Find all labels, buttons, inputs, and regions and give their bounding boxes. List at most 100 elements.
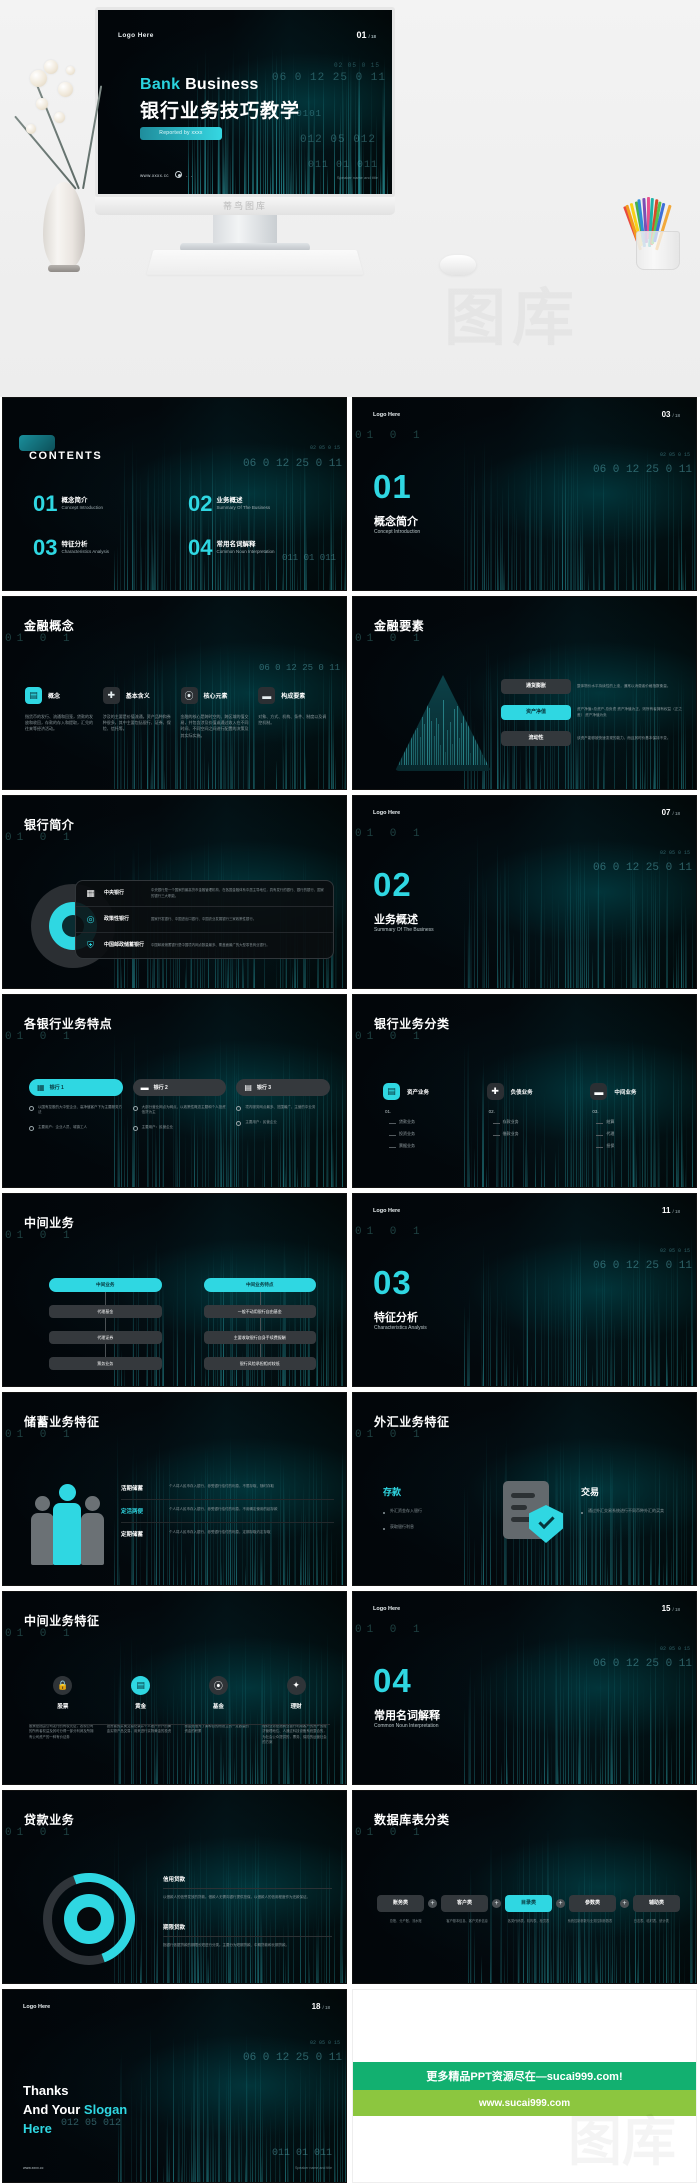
slide-page-number: 11/ 18 bbox=[662, 1206, 680, 1215]
contents-chip bbox=[19, 435, 55, 451]
tree-head: 中间业务 bbox=[49, 1278, 162, 1292]
people-group-icon bbox=[31, 1484, 109, 1565]
slide-section-03[interactable]: Logo Here 11/ 18 01 0 1 02 05 0 15 06 0 … bbox=[352, 1193, 697, 1387]
bank-list-item[interactable]: ▦ 中央银行 中央银行是一个国家的最高货币金融管理机构，在各国金融体系中居主导地… bbox=[76, 881, 333, 907]
savings-row[interactable]: 活期储蓄 个人将人民币存入银行，参受银行给付的利息，不限存取、随时存取 bbox=[121, 1477, 334, 1500]
bank-feature-column[interactable]: ▬ 银行 2 大部分营业网点为网点、以政策性概念主题和个人投资信贷为主 主要用户：… bbox=[132, 1079, 227, 1131]
promo-line-1[interactable]: 更多精品PPT资源尽在—sucai999.com! bbox=[353, 2062, 696, 2090]
feature-column[interactable]: ⦿ 基金 基金是指为了某种目的而设立的一定数量的资金的积累 bbox=[185, 1676, 253, 1745]
hero-url: www.xxxx.cc bbox=[140, 173, 169, 178]
loan-donut-chart bbox=[27, 1857, 151, 1981]
promo-banner[interactable]: 更多精品PPT资源尽在—sucai999.com! www.sucai999.c… bbox=[352, 1989, 697, 2183]
tile-label: 核心元素 bbox=[203, 694, 228, 700]
concept-tile[interactable]: ✚ 基本含义 涉及的主要是价值流通。资产品种和券种很多，其中主要包括银行、证券、保… bbox=[102, 687, 173, 739]
element-row[interactable]: 资产净值 资产净值=总资产-总负债 资产净值为正，则所有者拥有权益（正之差） 资… bbox=[501, 705, 688, 720]
image-icon: ▤ bbox=[383, 1083, 400, 1100]
database-sub: 各类代码表、机构表、柜员表 bbox=[507, 1919, 550, 1923]
loan-block[interactable]: 期限贷款 指银行依据贷款的期限长短进行分类。主要分为短期贷款、中期贷款和长期贷款… bbox=[163, 1923, 332, 1948]
slide-forex-features[interactable]: 外汇业务特征 01 0 1 存款 外汇资金存入银行 获取银行利息 交易 通过外汇… bbox=[352, 1392, 697, 1586]
database-pill[interactable]: 客户类 bbox=[441, 1895, 488, 1912]
slide-contents[interactable]: CONTENTS 02 05 0 15 06 0 12 25 0 11 011 … bbox=[2, 397, 347, 591]
hero-page-total: / 18 bbox=[368, 34, 376, 39]
database-pill[interactable]: 辅助类 bbox=[633, 1895, 680, 1912]
category-column[interactable]: ✚ 负债业务 02. 存款业务 借款业务 bbox=[486, 1083, 577, 1155]
concept-tile[interactable]: ▬ 构成要素 对象、方式、机构、条件、制度以及调控机制。 bbox=[258, 687, 328, 739]
tree-column[interactable]: 中间业务特点 一般不动用银行自由基金 主要收取银行自身手续费报酬 银行风险承担相… bbox=[203, 1278, 316, 1370]
slide-bank-intro[interactable]: 银行简介 01 0 1 ▦ 中央银行 中央银行是一个国家的最高货币金融管理机构，… bbox=[2, 795, 347, 989]
bank-feature-column[interactable]: ▤ 银行 3 境内服务网点最多、范围最广、主营的中业务 主要用户：民营企业 bbox=[236, 1079, 331, 1131]
toc-number: 01 bbox=[33, 491, 58, 516]
slide-thanks[interactable]: Logo Here 18/ 18 02 05 0 15 06 0 12 25 0… bbox=[2, 1989, 347, 2183]
tree-column[interactable]: 中间业务 代理基金 代理证券 票务业务 bbox=[49, 1278, 162, 1370]
slide-intermediate-business[interactable]: 中间业务 01 0 1 中间业务 代理基金 代理证券 票务业务 中间业务特点 一… bbox=[2, 1193, 347, 1387]
loan-block[interactable]: 信用贷款 以借款人的信誉发放的贷款。借款人无需向银行提供担保，以借款人的信用程度… bbox=[163, 1875, 332, 1900]
bank-list-item[interactable]: ◎ 政策性银行 国家开发银行、中国进出口银行、中国农业发展银行三家政策性银行。 bbox=[76, 907, 333, 933]
category-column[interactable]: ▤ 资产业务 01. 贷款业务 投资业务 票据业务 bbox=[383, 1083, 473, 1155]
bank-list-item[interactable]: ⛨ 中国邮政储蓄银行 中国邮政储蓄银行是中国境内网点数量最多、覆盖面最广的大型零… bbox=[76, 933, 333, 958]
slide-title: 金融要素 bbox=[374, 619, 425, 633]
digits-row-1: 02 05 0 15 bbox=[659, 1248, 690, 1254]
element-row[interactable]: 流动性 该资产能够被快速变现的能力，而且其时价基本保持不变。 bbox=[501, 731, 688, 746]
reported-by-button[interactable]: Reported by xxxx bbox=[140, 127, 222, 140]
tile-body: 对象、方式、机构、条件、制度以及调控机制。 bbox=[258, 714, 327, 726]
category-column[interactable]: ▬ 中间业务 03. 结算 代理 担保 bbox=[590, 1083, 680, 1155]
forex-deposit-column[interactable]: 存款 外汇资金存入银行 获取银行利息 bbox=[383, 1485, 478, 1531]
bullet-icon bbox=[29, 1106, 34, 1111]
slide-finance-concept[interactable]: 金融概念 01 0 1 06 0 12 25 0 11 ▤ 概念 指货币的发行、流… bbox=[2, 596, 347, 790]
feature-column[interactable]: ✦ 理财 理财业务是指商业银行利用客户的资产的经济管理地位、人通过科技设备系统整… bbox=[262, 1676, 330, 1745]
category-number: 03. bbox=[592, 1109, 599, 1114]
post-icon: ⛨ bbox=[87, 940, 94, 950]
slide-loan-business[interactable]: 贷款业务 01 0 1 信用贷款 以借款人的信誉发放的贷款。借款人无需向银行提供… bbox=[2, 1790, 347, 1984]
forex-trade-column[interactable]: 交易 通过外汇交易系统进行不同币种外汇的买卖 bbox=[581, 1485, 676, 1515]
savings-row[interactable]: 定期储蓄 个人将人民币存入银行，参受银行给付的利息，定期存取约定存取 bbox=[121, 1523, 334, 1545]
bullet-icon bbox=[236, 1121, 242, 1126]
bank-feature-column[interactable]: ▦ 银行 1 以国有控股的大中型企业、高净值客户下为主要服务方法 主要用户：企业人… bbox=[29, 1079, 123, 1131]
briefcase-icon: ▬ bbox=[258, 687, 276, 704]
slide-bank-category[interactable]: 银行业务分类 01 0 1 ▤ 资产业务 01. 贷款业务 投资业务 票据业务 ✚… bbox=[352, 994, 697, 1188]
concept-tile[interactable]: ▤ 概念 指货币的发行、流通和回笼，贷款的发放和收回，存款的存入和提取，汇兑的往来… bbox=[25, 687, 95, 739]
slide-page-number: 15/ 18 bbox=[662, 1604, 680, 1613]
element-row[interactable]: 通货膨胀 整体物价水平持续性的上涨，通常以消费者价格指数衡量。 bbox=[501, 679, 688, 694]
feature-text: 以国有控股的大中型企业、高净值客户下为主要服务方法 bbox=[38, 1105, 122, 1115]
database-pill[interactable]: 参数类 bbox=[569, 1895, 616, 1912]
slide-title: 中间业务 bbox=[24, 1216, 75, 1230]
image-icon: ▤ bbox=[25, 687, 42, 704]
toc-item[interactable]: 03 特征分析 Characteristics Analysis bbox=[33, 537, 168, 559]
slide-section-02[interactable]: Logo Here 07/ 18 01 0 1 02 05 0 15 06 0 … bbox=[352, 795, 697, 989]
database-pill[interactable]: 账务类 bbox=[377, 1895, 424, 1912]
savings-row[interactable]: 定活两便 个人将人民币存入银行，参受银行给付的利息，不用确定使用的起存款 bbox=[121, 1500, 334, 1523]
slide-intermediate-features[interactable]: 中间业务特征 01 0 1 🔒 股票 股票是指由公司发行的有权凭证，表现公司的所… bbox=[2, 1591, 347, 1785]
plus-icon: + bbox=[492, 1899, 501, 1908]
toc-item[interactable]: 01 概念简介 Concept Introduction bbox=[33, 493, 168, 515]
lock-icon: 🔒 bbox=[53, 1676, 73, 1695]
plus-icon: ✚ bbox=[102, 687, 120, 704]
feature-column[interactable]: 🔒 股票 股票是指由公司发行的有权凭证，表现公司的所有者权益及其可分得一部分利润… bbox=[29, 1676, 97, 1745]
hero-speaker: Speaker name and title bbox=[336, 175, 378, 180]
toc-item[interactable]: 04 常用名词解释 Common Noun Interpretation bbox=[188, 537, 323, 559]
hero-title-en: Bank Business bbox=[140, 76, 259, 94]
slide-section-04[interactable]: Logo Here 15/ 18 01 0 1 02 05 0 15 06 0 … bbox=[352, 1591, 697, 1785]
slide-database-category[interactable]: 数据库表分类 01 0 1 账务类 + 客户类 + 目录类 + 参数类 + 辅助… bbox=[352, 1790, 697, 1984]
section-number: 01 bbox=[373, 468, 412, 505]
slide-savings-features[interactable]: 储蓄业务特征 01 0 1 活期储蓄 个人将人民币存入银行，参受银行给付的利息，… bbox=[2, 1392, 347, 1586]
element-desc: 资产净值=总资产-总负债 资产净值为正，则所有者拥有权益（正之差） 资产净值为负 bbox=[577, 707, 682, 717]
toc-item[interactable]: 02 业务概述 Summary Of The Business bbox=[188, 493, 323, 515]
category-item: 存款业务 bbox=[492, 1119, 577, 1125]
slide-section-01[interactable]: Logo Here 03/ 18 01 0 1 02 05 0 15 06 0 … bbox=[352, 397, 697, 591]
tile-label: 构成要素 bbox=[281, 694, 306, 700]
slide-title: 各银行业务特点 bbox=[24, 1017, 113, 1031]
section-title-en: Common Noun Interpretation bbox=[374, 1723, 439, 1729]
binary-code-decoration: 01 0 1 bbox=[355, 430, 425, 442]
tree-node: 代理基金 bbox=[49, 1292, 162, 1318]
bank-name: 中央银行 bbox=[104, 890, 125, 897]
slide-finance-elements[interactable]: 金融要素 01 0 1 通货膨胀 整体物价水平持续性的上涨，通常以消费者价格指数… bbox=[352, 596, 697, 790]
bank-desc: 中央银行是一个国家的最高货币金融管理机构，在各国金融体系中居主导地位，具有发行的… bbox=[151, 888, 324, 898]
page-current: 03 bbox=[661, 410, 671, 419]
concept-tile[interactable]: ⦿ 核心元素 金融的核心是跨时空的、跨区域的值交易，并包含涉及价值或通过收入在不同… bbox=[180, 687, 251, 739]
database-pill[interactable]: 目录类 bbox=[505, 1895, 552, 1912]
slide-bank-features[interactable]: 各银行业务特点 01 0 1 ▦ 银行 1 以国有控股的大中型企业、高净值客户下为… bbox=[2, 994, 347, 1188]
feature-column[interactable]: ▤ 黄金 投资者的买卖交易记录并个人账户开户的黄金实物产品交易，用来进行实物黄金… bbox=[107, 1676, 175, 1745]
binary-code-decoration: 01 0 1 bbox=[5, 1429, 75, 1441]
savings-key: 定期储蓄 bbox=[121, 1532, 144, 1538]
slide-title: 外汇业务特征 bbox=[374, 1415, 450, 1429]
